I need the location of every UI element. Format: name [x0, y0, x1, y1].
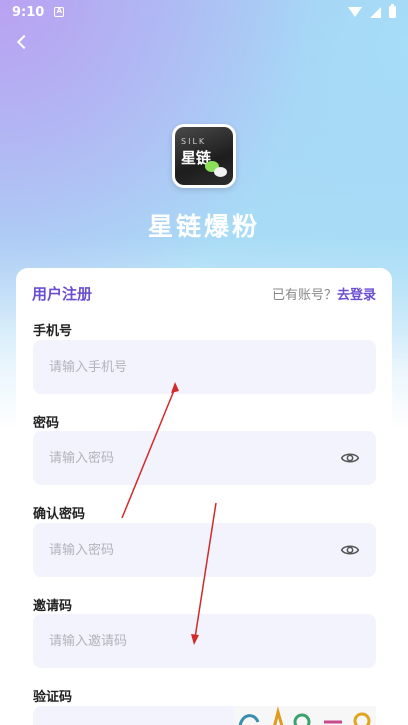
notification-a-icon: A	[54, 7, 65, 17]
phone-label: 手机号	[33, 324, 73, 339]
password-label: 密码	[33, 416, 60, 431]
register-card: 用户注册 已有账号？去登录 手机号 密码 确认密码 邀请码 验证码	[16, 268, 392, 725]
confirm-password-input[interactable]	[49, 542, 340, 558]
logo-silk-text: SILK	[181, 137, 207, 146]
back-button[interactable]	[10, 30, 34, 54]
eye-icon[interactable]	[340, 540, 360, 560]
captcha-label: 验证码	[33, 690, 73, 705]
wifi-icon	[348, 7, 362, 17]
captcha-glyphs-image	[238, 706, 371, 725]
app-logo-image: SILK 星链	[175, 127, 233, 185]
login-link[interactable]: 去登录	[337, 288, 376, 303]
confirm-password-field[interactable]	[33, 523, 376, 577]
phone-input[interactable]	[49, 359, 360, 375]
register-title: 用户注册	[32, 284, 93, 303]
invite-code-label: 邀请码	[33, 599, 73, 614]
chat-bubbles-icon	[205, 161, 227, 177]
status-icons	[348, 4, 396, 18]
eye-icon[interactable]	[340, 448, 360, 468]
signal-icon	[370, 6, 381, 18]
register-header: 用户注册 已有账号？去登录	[32, 283, 376, 303]
login-prompt: 已有账号？	[271, 287, 337, 303]
password-field[interactable]	[33, 431, 376, 485]
login-hint: 已有账号？去登录	[272, 284, 376, 303]
phone-field[interactable]	[33, 340, 376, 394]
captcha-image[interactable]	[234, 706, 376, 725]
app-title: 星链爆粉	[147, 212, 260, 241]
confirm-password-label: 确认密码	[33, 507, 86, 522]
battery-icon	[389, 4, 396, 18]
status-bar: 9:10 A	[0, 0, 408, 24]
invite-code-input[interactable]	[49, 633, 360, 649]
invite-code-field[interactable]	[33, 614, 376, 668]
password-input[interactable]	[49, 450, 340, 466]
status-time: 9:10	[12, 4, 45, 20]
app-logo: SILK 星链	[172, 124, 236, 188]
chevron-left-icon	[16, 34, 32, 50]
